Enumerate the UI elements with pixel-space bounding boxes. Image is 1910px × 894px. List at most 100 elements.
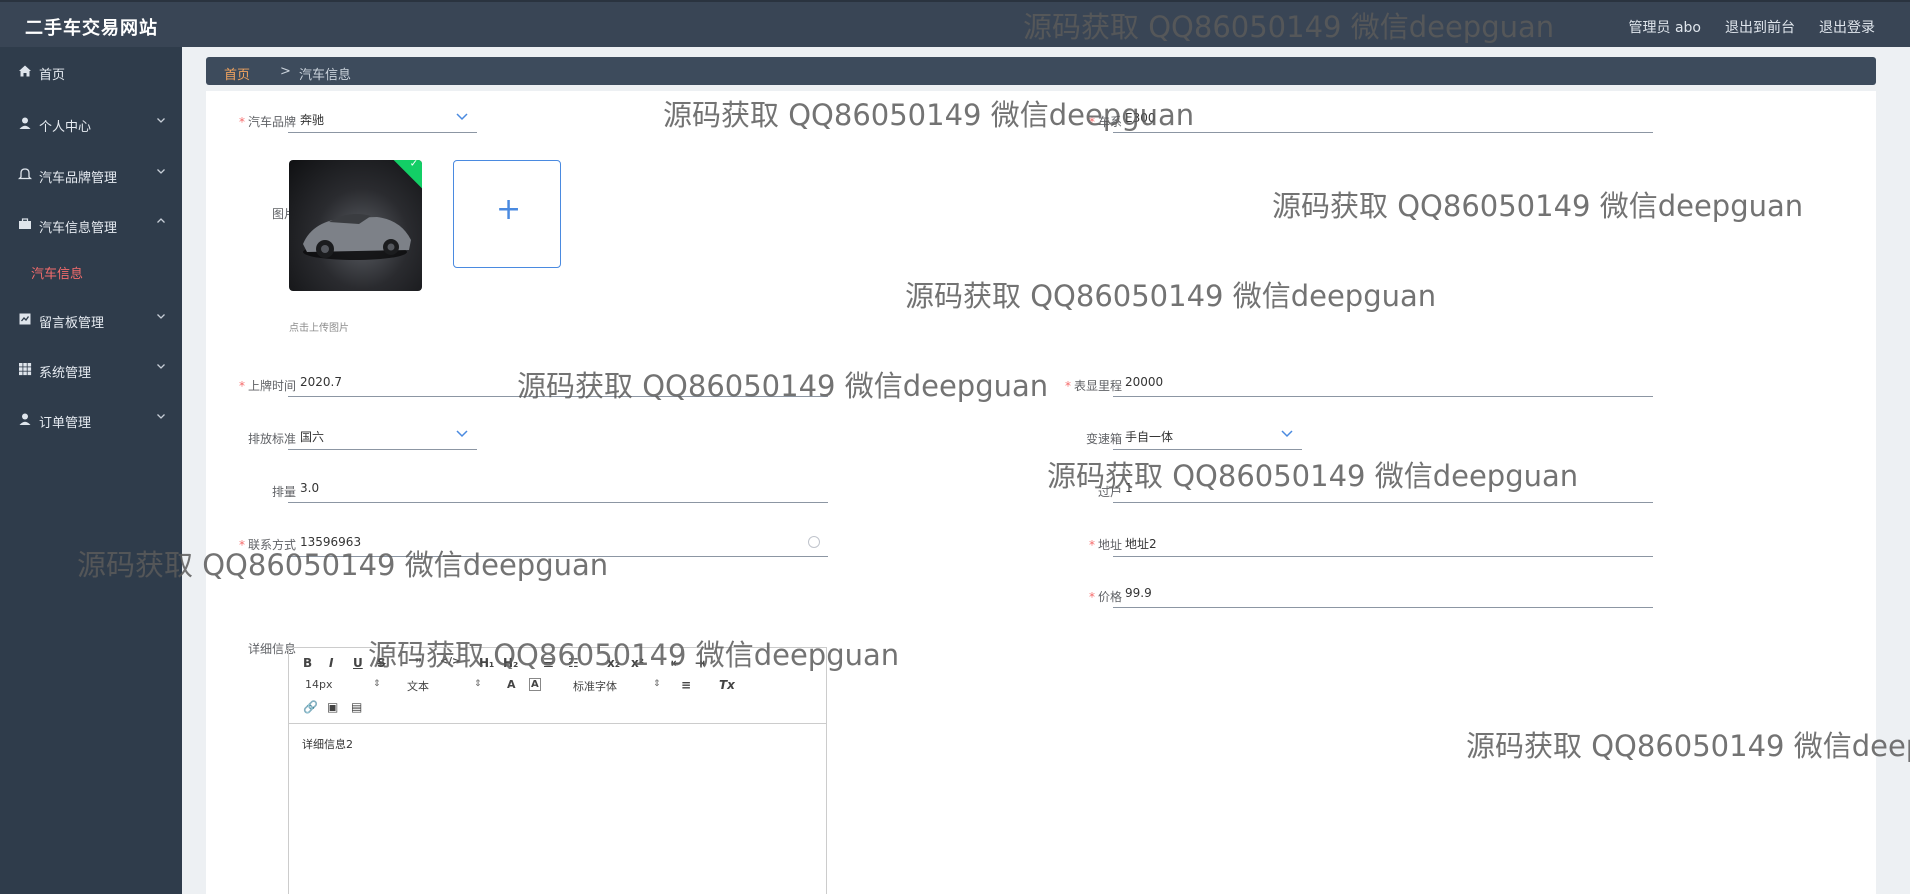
chevron-down-icon (156, 115, 166, 125)
brand-select[interactable]: 奔驰 (288, 105, 477, 133)
gearbox-select[interactable]: 手自一体 (1113, 422, 1302, 450)
sidebar-item-home[interactable]: 首页 (0, 52, 182, 92)
bullet-list-icon[interactable]: ☷ (568, 656, 579, 670)
underline-icon[interactable]: U (353, 656, 363, 670)
transfer-label: 过户 (1097, 485, 1122, 499)
clear-format-icon[interactable]: Tx (719, 678, 735, 692)
car-image (303, 214, 411, 260)
check-icon: ✓ (409, 160, 419, 170)
chevron-down-icon (156, 311, 166, 321)
outdent-icon[interactable]: ⇤ (671, 656, 681, 670)
price-input[interactable]: 99.9 (1113, 580, 1653, 608)
transfer-input[interactable]: 1 (1113, 475, 1653, 503)
sidebar-item-label: 系统管理 (39, 366, 92, 381)
address-input[interactable]: 地址2 (1113, 529, 1653, 557)
car-image-thumbnail[interactable]: ✓ (289, 160, 422, 291)
sidebar-item-label: 汽车品牌管理 (39, 171, 118, 186)
plus-icon: + (496, 192, 522, 227)
chevron-down-icon (455, 426, 469, 440)
chevron-down-icon (1280, 426, 1294, 440)
font-size-value: 14px (305, 678, 333, 691)
reg-time-input[interactable]: 2020.7 (288, 369, 828, 397)
sidebar-item-label: 首页 (39, 68, 66, 83)
sidebar-item-label: 汽车信息管理 (39, 221, 118, 236)
sidebar-item-car-info-management[interactable]: 汽车信息管理 (0, 205, 182, 245)
rich-text-editor: B I U S ❞ </> H₁ H₂ ☰ ☷ x₂ x² ⇤ ⇥ 14px ⇕ … (288, 647, 827, 894)
grid-icon (18, 362, 32, 376)
detail-label: 详细信息 (247, 642, 296, 656)
sidebar-item-message-board[interactable]: 留言板管理 (0, 300, 182, 340)
car-info-form: * 汽车品牌 奔驰 * 车系 E300 图片 ✓ + 点击上传图片 * 上牌时间 20… (206, 91, 1876, 894)
price-label: * 价格 (1088, 590, 1122, 604)
align-icon[interactable]: ≡ (681, 678, 691, 692)
chevron-down-icon (455, 109, 469, 123)
image-upload-button[interactable]: + (453, 160, 561, 268)
bell-icon (17, 167, 33, 181)
breadcrumb-home-link[interactable]: 首页 (224, 64, 250, 83)
sidebar-item-label: 留言板管理 (39, 316, 105, 331)
mileage-label: * 表显里程 (1064, 379, 1122, 393)
sidebar-item-brand-management[interactable]: 汽车品牌管理 (0, 155, 182, 195)
top-bar: 二手车交易网站 管理员 abo 退出到前台 退出登录 (0, 0, 1910, 47)
updown-icon: ⇕ (653, 679, 661, 689)
video-icon[interactable]: ▤ (351, 700, 362, 714)
emission-select-value: 国六 (300, 430, 325, 444)
updown-icon: ⇕ (373, 679, 381, 689)
sidebar-item-system-management[interactable]: 系统管理 (0, 350, 182, 390)
gearbox-label: 变速箱 (1085, 432, 1122, 446)
heading1-icon[interactable]: H₁ (479, 656, 494, 670)
image-label: 图片 (271, 207, 296, 221)
ordered-list-icon[interactable]: ☰ (543, 656, 554, 670)
text-style-select[interactable]: 文本 ⇕ (407, 678, 487, 694)
editor-toolbar: B I U S ❞ </> H₁ H₂ ☰ ☷ x₂ x² ⇤ ⇥ 14px ⇕ … (289, 648, 826, 724)
sidebar-item-personal-center[interactable]: 个人中心 (0, 104, 182, 144)
sidebar-item-label: 个人中心 (39, 120, 92, 135)
superscript-icon[interactable]: x² (631, 656, 644, 670)
gearbox-select-value: 手自一体 (1125, 430, 1174, 444)
code-block-icon[interactable]: </> (440, 656, 460, 667)
image-icon[interactable]: ▣ (327, 700, 338, 714)
chevron-down-icon (156, 411, 166, 421)
indent-icon[interactable]: ⇥ (695, 656, 705, 670)
breadcrumb-current: 汽车信息 (299, 68, 352, 83)
bold-icon[interactable]: B (303, 656, 312, 670)
contact-label: * 联系方式 (238, 538, 296, 552)
sidebar: 首页 个人中心 汽车品牌管理 汽车信息管理 汽车信息 留言板管理 系统管理 订单… (0, 47, 182, 894)
link-icon[interactable]: 🔗 (303, 700, 318, 714)
contact-input[interactable]: 13596963 (288, 529, 828, 557)
editor-content[interactable]: 详细信息2 (302, 736, 353, 752)
font-family-select[interactable]: 标准字体 ⇕ (573, 678, 663, 694)
brand-label: * 汽车品牌 (238, 115, 296, 129)
admin-user-link[interactable]: 管理员 abo (1629, 17, 1701, 37)
breadcrumb-separator: > (280, 64, 291, 79)
displacement-label: 排量 (271, 485, 296, 499)
font-size-select[interactable]: 14px ⇕ (305, 678, 385, 691)
user-icon (18, 116, 32, 130)
brand-select-value: 奔驰 (300, 113, 325, 127)
italic-icon[interactable]: I (329, 656, 333, 670)
background-color-icon[interactable]: A (529, 678, 541, 691)
heading2-icon[interactable]: H₂ (503, 656, 518, 670)
message-icon (18, 312, 32, 326)
contact-input-value: 13596963 (300, 535, 362, 549)
blockquote-icon[interactable]: ❞ (415, 656, 422, 670)
mileage-input[interactable]: 20000 (1113, 369, 1653, 397)
text-style-value: 文本 (407, 680, 429, 693)
main-content: 首页 > 汽车信息 * 汽车品牌 奔驰 * 车系 E300 图片 ✓ + 点击上传 (182, 47, 1910, 894)
subscript-icon[interactable]: x₂ (607, 656, 620, 670)
sidebar-item-order-management[interactable]: 订单管理 (0, 400, 182, 440)
home-icon (18, 64, 32, 78)
exit-to-front-link[interactable]: 退出到前台 (1725, 17, 1795, 37)
emission-select[interactable]: 国六 (288, 422, 477, 450)
series-label: * 车系 (1088, 115, 1122, 129)
app-title: 二手车交易网站 (25, 18, 158, 39)
series-input[interactable]: E300 (1113, 105, 1653, 133)
font-color-icon[interactable]: A (507, 678, 516, 691)
logout-link[interactable]: 退出登录 (1819, 17, 1875, 37)
displacement-input[interactable]: 3.0 (288, 475, 828, 503)
updown-icon: ⇕ (474, 679, 482, 689)
strike-icon[interactable]: S (377, 656, 386, 670)
sidebar-subitem-car-info[interactable]: 汽车信息 (31, 263, 83, 282)
upload-hint: 点击上传图片 (289, 323, 349, 334)
clear-icon[interactable] (808, 536, 820, 548)
